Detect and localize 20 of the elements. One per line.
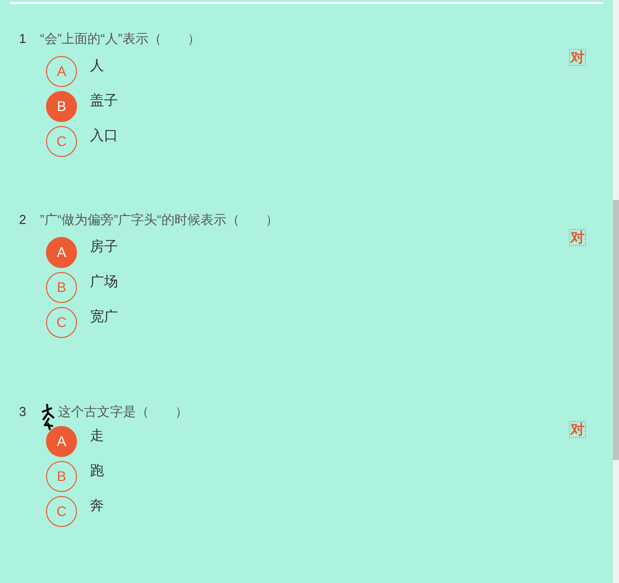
result-mark: 对: [569, 49, 586, 66]
result-mark: 对: [569, 229, 586, 246]
scrollbar[interactable]: [613, 0, 619, 583]
option-text: 广场: [90, 272, 118, 291]
result-mark: 对: [569, 421, 586, 438]
question-text: ”广“做为偏旁”广字头“的时候表示（ ）: [40, 211, 278, 230]
option-text: 奔: [90, 496, 104, 515]
option-text: 人: [90, 56, 104, 75]
option-text: 房子: [90, 237, 118, 256]
option-text: 入口: [90, 126, 118, 145]
question-text: 这个古文字是（ ）: [58, 403, 188, 422]
option-text: 走: [90, 426, 104, 445]
question-number: 1: [19, 30, 28, 48]
question-number: 3: [19, 403, 28, 422]
option-text: 宽广: [90, 307, 118, 326]
question-text: “会”上面的“人”表示（ ）: [40, 30, 200, 48]
option-text: 跑: [90, 461, 104, 480]
ancient-glyph-icon: [40, 403, 56, 431]
option-text: 盖子: [90, 91, 118, 110]
question-number: 2: [19, 211, 28, 230]
